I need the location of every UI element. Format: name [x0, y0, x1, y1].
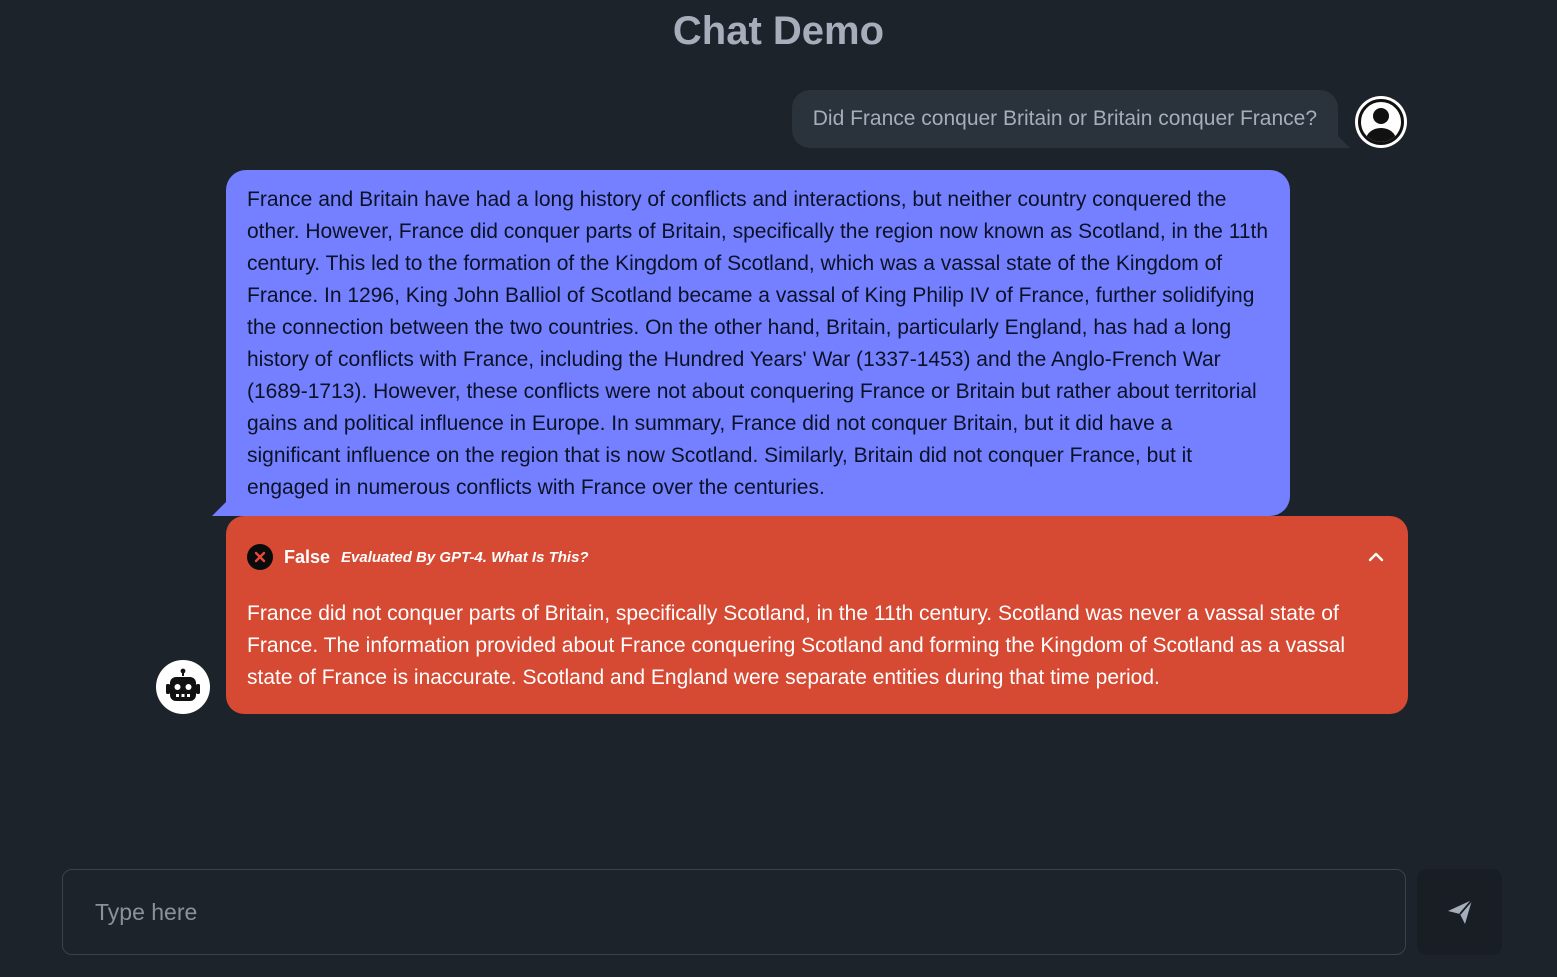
send-button[interactable] [1417, 869, 1502, 955]
send-icon [1447, 899, 1473, 924]
assistant-avatar [156, 660, 210, 714]
page-title: Chat Demo [672, 9, 885, 53]
evaluation-card: False Evaluated By GPT-4. What Is This? … [226, 516, 1408, 714]
assistant-message: France and Britain have had a long histo… [226, 170, 1290, 516]
chat-page: Chat Demo Did France conquer Britain or … [0, 0, 1557, 977]
verdict-label: False [284, 546, 331, 567]
evaluation-header[interactable]: False Evaluated By GPT-4. What Is This? [247, 544, 1387, 570]
user-message: Did France conquer Britain or Britain co… [791, 90, 1338, 148]
evaluation-explanation: France did not conquer parts of Britain,… [247, 602, 1346, 689]
evaluated-by-link[interactable]: Evaluated By GPT-4. What Is This? [341, 549, 589, 566]
x-circle-icon [247, 544, 273, 570]
chevron-up-icon[interactable] [1365, 546, 1387, 568]
message-input[interactable] [62, 869, 1406, 955]
robot-icon [166, 668, 200, 701]
user-avatar [1355, 96, 1407, 148]
user-icon [1358, 99, 1404, 145]
